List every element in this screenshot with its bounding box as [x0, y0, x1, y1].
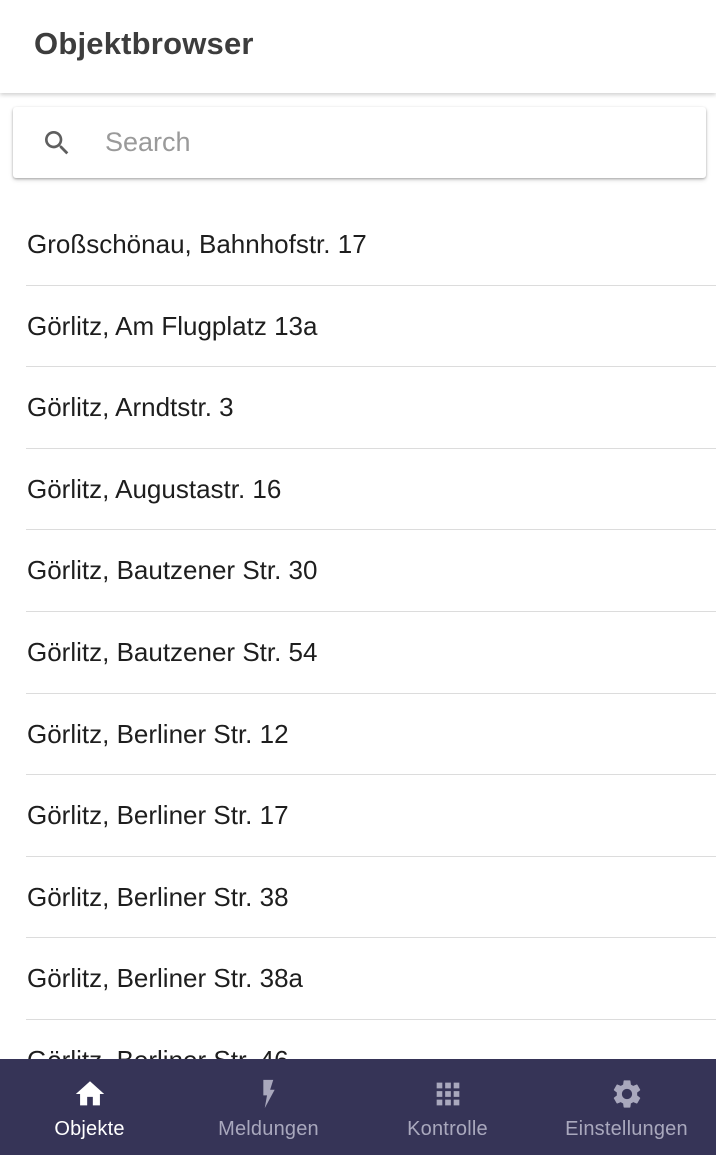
list-item-label: Görlitz, Berliner Str. 38	[27, 881, 289, 912]
page-title: Objektbrowser	[34, 26, 254, 61]
list-item[interactable]: Görlitz, Berliner Str. 12	[26, 694, 716, 776]
app-root: Objektbrowser Großschönau, Bahnhofstr. 1…	[0, 0, 716, 1155]
nav-item-einstellungen[interactable]: Einstellungen	[537, 1059, 716, 1155]
list-item-label: Görlitz, Am Flugplatz 13a	[27, 310, 318, 341]
list-item-label: Görlitz, Berliner Str. 38a	[27, 963, 303, 994]
list-item-label: Görlitz, Berliner Str. 17	[27, 800, 289, 831]
list-item[interactable]: Görlitz, Berliner Str. 38a	[26, 938, 716, 1020]
list-item-label: Görlitz, Bautzener Str. 54	[27, 636, 318, 667]
list-item-label: Großschönau, Bahnhofstr. 17	[27, 229, 367, 259]
nav-label-objekte: Objekte	[54, 1118, 125, 1140]
bottom-navigation: Objekte Meldungen Kontrolle Einstellunge…	[0, 1059, 716, 1155]
list-item[interactable]: Görlitz, Augustastr. 16	[26, 449, 716, 531]
search-input[interactable]	[105, 121, 685, 163]
list-item[interactable]: Görlitz, Berliner Str. 17	[26, 775, 716, 857]
list-item[interactable]: Görlitz, Arndtstr. 3	[26, 367, 716, 449]
list-item-label: Görlitz, Bautzener Str. 30	[27, 555, 318, 586]
nav-item-meldungen[interactable]: Meldungen	[179, 1059, 358, 1155]
nav-label-einstellungen: Einstellungen	[565, 1118, 688, 1140]
home-icon	[75, 1081, 104, 1106]
lightning-icon	[262, 1079, 275, 1109]
app-bar: Objektbrowser	[0, 0, 716, 93]
list-item[interactable]: Görlitz, Bautzener Str. 54	[26, 612, 716, 694]
nav-item-kontrolle[interactable]: Kontrolle	[358, 1059, 537, 1155]
list-item-label: Görlitz, Augustastr. 16	[27, 473, 282, 504]
search-bar[interactable]	[13, 107, 706, 178]
list-item[interactable]: Großschönau, Bahnhofstr. 17	[26, 204, 716, 286]
list-item[interactable]: Görlitz, Berliner Str. 38	[26, 857, 716, 939]
nav-item-objekte[interactable]: Objekte	[0, 1059, 179, 1155]
list-item[interactable]: Görlitz, Bautzener Str. 30	[26, 530, 716, 612]
list-item[interactable]: Görlitz, Am Flugplatz 13a	[26, 286, 716, 368]
search-icon	[45, 131, 69, 155]
object-list: Großschönau, Bahnhofstr. 17 Görlitz, Am F…	[0, 204, 716, 1102]
nav-label-kontrolle: Kontrolle	[407, 1118, 488, 1140]
list-item-label: Görlitz, Arndtstr. 3	[27, 392, 234, 423]
list-item-label: Görlitz, Berliner Str. 12	[27, 718, 289, 749]
nav-label-meldungen: Meldungen	[218, 1118, 319, 1140]
gear-icon	[613, 1080, 640, 1108]
grid-icon	[436, 1082, 459, 1106]
